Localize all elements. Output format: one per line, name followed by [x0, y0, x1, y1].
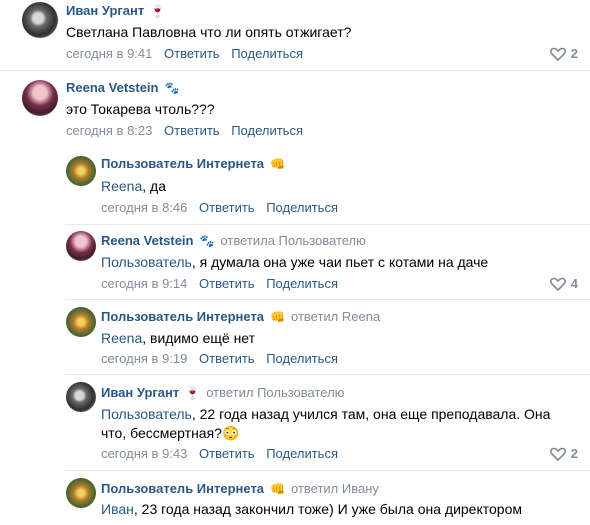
replied-to[interactable]: ответил Reena — [291, 309, 380, 324]
comment-text: Пользователь, я думала она уже чаи пьет … — [101, 253, 488, 272]
like-button[interactable]: 2 — [549, 46, 578, 61]
fist-icon: 👊 — [270, 481, 285, 496]
like-button[interactable]: 4 — [549, 276, 578, 291]
share-button[interactable]: Поделиться — [266, 200, 338, 215]
paw-icon: 🐾 — [199, 233, 215, 248]
like-count: 4 — [570, 276, 578, 291]
comment-time[interactable]: сегодня в 9:14 — [101, 276, 187, 291]
comment: Иван Ургант 🍷 Светлана Павловна что ли о… — [0, 0, 590, 70]
heart-icon — [549, 47, 566, 61]
reply-button[interactable]: Ответить — [199, 200, 255, 215]
reply-button[interactable]: Ответить — [199, 276, 255, 291]
comment-author[interactable]: Пользователь Интернета — [101, 309, 264, 324]
comment-time[interactable]: сегодня в 8:46 — [101, 200, 187, 215]
comment-time[interactable]: сегодня в 8:23 — [66, 123, 152, 138]
heart-icon — [549, 447, 566, 461]
comment-author[interactable]: Пользователь Интернета — [101, 481, 264, 496]
share-button[interactable]: Поделиться — [231, 123, 303, 138]
like-count: 2 — [570, 46, 578, 61]
comment-author[interactable]: Иван Ургант — [101, 385, 179, 400]
mention-link[interactable]: Reena — [101, 330, 142, 346]
comment-author[interactable]: Reena Vetstein — [101, 233, 194, 248]
avatar[interactable] — [66, 382, 96, 412]
fist-icon: 👊 — [270, 156, 285, 171]
comment: Иван Ургант 🍷 ответил Пользователю Польз… — [0, 375, 590, 471]
avatar[interactable] — [22, 2, 58, 38]
replied-to[interactable]: ответил Ивану — [291, 481, 379, 496]
comment-text: Иван, 23 года назад закончил тоже) И уже… — [101, 500, 522, 519]
comment-body-line2: что, бессмертная?😳 — [101, 425, 240, 441]
mention-link[interactable]: Reena — [101, 178, 142, 194]
comment: Пользователь Интернета 👊 ответил Ивану И… — [0, 471, 590, 525]
avatar[interactable] — [66, 231, 96, 261]
comment-body: , 23 года назад закончил тоже) И уже был… — [133, 501, 522, 517]
comment-body: , видимо ещё нет — [142, 330, 256, 346]
comment-text: это Токарева чтоль??? — [66, 101, 215, 117]
comment-time[interactable]: сегодня в 9:19 — [101, 351, 187, 366]
paw-icon: 🐾 — [164, 80, 180, 95]
reply-button[interactable]: Ответить — [199, 351, 255, 366]
replied-to[interactable]: ответила Пользователю — [220, 233, 365, 248]
comment: Reena Vetstein 🐾 ответила Пользователю П… — [0, 225, 590, 300]
avatar[interactable] — [66, 156, 96, 186]
mention-link[interactable]: Иван — [101, 501, 134, 517]
comment-body: , да — [142, 178, 166, 194]
comment-body: , я думала она уже чаи пьет с котами на … — [191, 254, 489, 270]
wine-glass-icon: 🍷 — [150, 3, 166, 18]
avatar[interactable] — [66, 478, 96, 508]
mention-link[interactable]: Пользователь — [101, 406, 192, 422]
comment-time[interactable]: сегодня в 9:43 — [101, 446, 187, 461]
avatar[interactable] — [22, 80, 58, 116]
like-count: 2 — [570, 446, 578, 461]
wine-glass-icon: 🍷 — [185, 385, 201, 400]
avatar[interactable] — [66, 307, 96, 337]
comment-author[interactable]: Reena Vetstein — [66, 80, 159, 95]
reply-button[interactable]: Ответить — [199, 446, 255, 461]
comment-text: Reena, видимо ещё нет — [101, 329, 255, 348]
comment-author[interactable]: Иван Ургант — [66, 3, 144, 18]
heart-icon — [549, 277, 566, 291]
fist-icon: 👊 — [270, 309, 285, 324]
comment: Reena Vetstein 🐾 это Токарева чтоль??? с… — [0, 70, 590, 150]
reply-button[interactable]: Ответить — [164, 123, 220, 138]
comment: Пользователь Интернета 👊 ответил Reena R… — [0, 300, 590, 375]
like-button[interactable]: 2 — [549, 446, 578, 461]
comment-text: Пользователь, 22 года назад учился там, … — [101, 405, 550, 443]
reply-button[interactable]: Ответить — [164, 46, 220, 61]
comment-text: Reena, да — [101, 177, 166, 196]
share-button[interactable]: Поделиться — [231, 46, 303, 61]
comment-author[interactable]: Пользователь Интернета — [101, 156, 264, 171]
comment: Пользователь Интернета 👊 Reena, да сегод… — [0, 150, 590, 225]
share-button[interactable]: Поделиться — [266, 351, 338, 366]
share-button[interactable]: Поделиться — [266, 276, 338, 291]
replied-to[interactable]: ответил Пользователю — [206, 385, 344, 400]
share-button[interactable]: Поделиться — [266, 446, 338, 461]
comment-text: Светлана Павловна что ли опять отжигает? — [66, 24, 352, 40]
comment-body: , 22 года назад учился там, она еще преп… — [191, 406, 551, 422]
comment-time[interactable]: сегодня в 9:41 — [66, 46, 152, 61]
mention-link[interactable]: Пользователь — [101, 254, 192, 270]
